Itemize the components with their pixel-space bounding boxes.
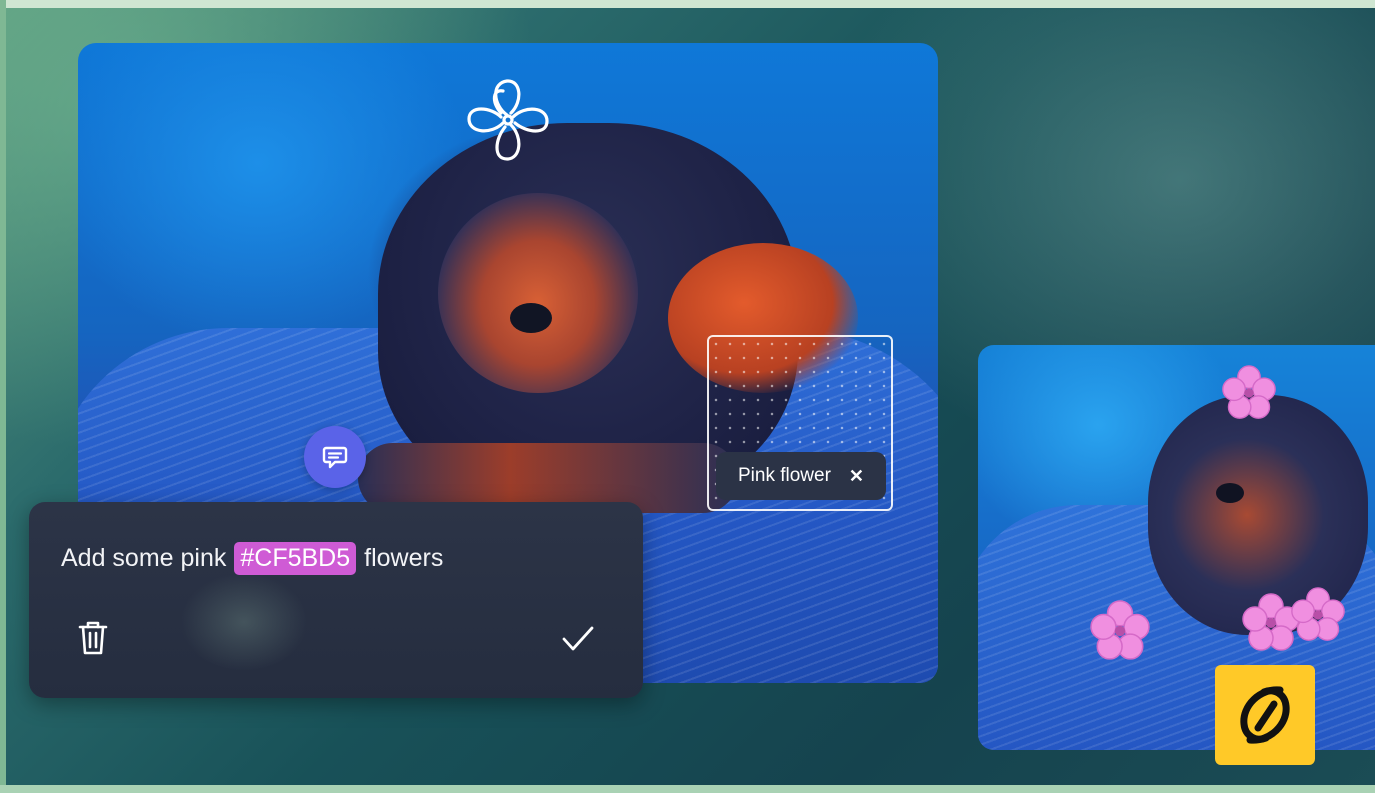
photo-dog-face — [438, 193, 638, 393]
close-icon[interactable]: ✕ — [849, 466, 864, 487]
frame-bottom — [0, 785, 1375, 793]
prompt-suffix: flowers — [364, 544, 444, 572]
flower-sketch-icon[interactable] — [463, 75, 553, 165]
selection-tag[interactable]: Pink flower ✕ — [716, 452, 886, 500]
prompt-prefix: Add some pink — [61, 544, 227, 572]
selection-tag-label: Pink flower — [737, 465, 831, 486]
pink-flower-icon — [1222, 365, 1276, 419]
color-token[interactable]: #CF5BD5 — [234, 542, 357, 575]
comment-icon — [322, 446, 348, 469]
frame-top — [0, 0, 1375, 8]
prompt-panel: Add some pink #CF5BD5 flowers — [29, 502, 643, 698]
result-dog-nose — [1216, 483, 1244, 503]
pink-flower-icon — [1090, 600, 1150, 660]
prompt-input[interactable]: Add some pink #CF5BD5 flowers — [61, 542, 443, 575]
check-icon[interactable] — [561, 624, 595, 654]
frame-left — [0, 0, 6, 793]
photo-dog-nose — [510, 303, 552, 333]
result-photo[interactable] — [978, 345, 1375, 750]
canvas-background: Pink flower ✕ Add some pink #CF5BD5 flow… — [0, 0, 1375, 793]
trash-icon[interactable] — [77, 619, 109, 657]
comment-button[interactable] — [304, 426, 366, 488]
app-logo-icon — [1240, 686, 1290, 744]
app-logo — [1215, 665, 1315, 765]
pink-flower-icon — [1291, 587, 1345, 641]
